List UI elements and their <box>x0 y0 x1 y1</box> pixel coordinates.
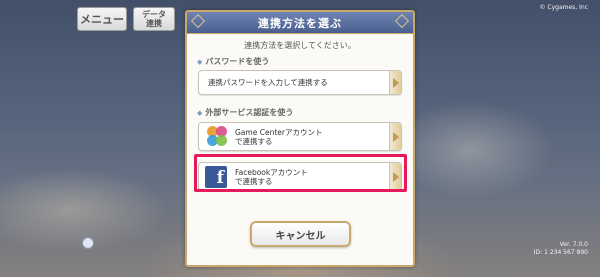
game-center-label-line1: Game Centerアカウント <box>235 128 323 137</box>
password-link-button[interactable]: 連携パスワードを入力して連携する <box>198 70 402 95</box>
external-section-label: ◆ 外部サービス認証を使う <box>197 107 293 118</box>
diamond-bullet-icon: ◆ <box>197 58 203 66</box>
chevron-right-icon <box>389 71 401 94</box>
password-section-text: パスワードを使う <box>205 57 270 66</box>
dialog-instruction: 連携方法を選択してください。 <box>244 41 356 50</box>
corner-emblem-icon <box>82 237 94 249</box>
facebook-option-highlight <box>194 154 407 192</box>
password-link-label: 連携パスワードを入力して連携する <box>208 78 328 87</box>
version-info: Ver. 7.0.0 ID: 1 234 567 890 <box>534 241 588 257</box>
chevron-right-icon <box>389 123 401 150</box>
ornament-icon <box>190 13 206 29</box>
user-id-line: ID: 1 234 567 890 <box>533 249 588 256</box>
data-link-button-label: データ 連携 <box>142 10 166 28</box>
external-section-text: 外部サービス認証を使う <box>205 108 294 117</box>
data-link-button[interactable]: データ 連携 <box>133 7 175 31</box>
dialog-title: 連携方法を選ぶ <box>258 16 342 30</box>
dialog-header: 連携方法を選ぶ <box>187 12 413 34</box>
game-center-label-line2: で連携する <box>235 137 273 146</box>
cancel-button[interactable]: キャンセル <box>250 221 351 247</box>
ornament-icon <box>394 13 410 29</box>
diamond-bullet-icon: ◆ <box>197 109 203 117</box>
menu-button[interactable]: メニュー <box>77 7 127 31</box>
cancel-button-label: キャンセル <box>275 230 326 242</box>
game-center-icon <box>207 126 228 147</box>
game-center-link-button[interactable]: Game Centerアカウント で連携する <box>198 122 402 151</box>
menu-button-label: メニュー <box>80 13 124 26</box>
copyright-text: © Cygames, Inc <box>539 4 588 11</box>
version-line: Ver. 7.0.0 <box>559 241 588 248</box>
link-method-dialog: 連携方法を選ぶ 連携方法を選択してください。 ◆ パスワードを使う 連携パスワード… <box>185 10 415 267</box>
password-section-label: ◆ パスワードを使う <box>197 56 269 67</box>
